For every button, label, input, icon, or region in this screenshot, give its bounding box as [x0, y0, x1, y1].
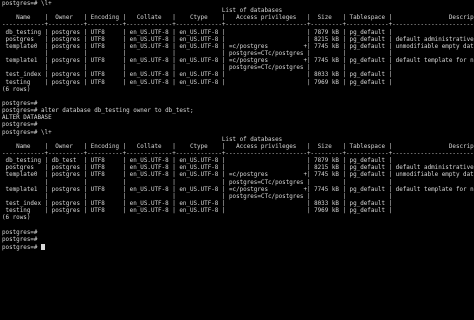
prompt-line: postgres=#: [2, 243, 474, 251]
table-row: | | | | | postgres=CTc/postgres | | |: [2, 179, 393, 186]
table-row: template0 | postgres | UTF8 | en_US.UTF-…: [2, 43, 474, 50]
table-header: Name | Owner | Encoding | Collate | Ctyp…: [2, 143, 474, 150]
command-result: ALTER DATABASE: [2, 115, 52, 122]
table-header: Name | Owner | Encoding | Collate | Ctyp…: [2, 15, 474, 22]
table-row: postgres | postgres | UTF8 | en_US.UTF-8…: [5, 36, 474, 43]
prompt-line: postgres=#: [2, 236, 38, 243]
table-row: | | | | | postgres=CTc/postgres | | |: [2, 65, 393, 72]
row-count: (6 rows): [2, 215, 31, 222]
prompt-line: postgres=#: [2, 122, 38, 129]
prompt-line: postgres=#: [2, 229, 38, 236]
row-count: (6 rows): [2, 86, 31, 93]
table-caption: List of databases: [2, 136, 283, 143]
table-row: | | | | | postgres=CTc/postgres | | |: [2, 50, 393, 57]
prompt-line: postgres=#: [2, 100, 38, 107]
table-row: template1 | postgres | UTF8 | en_US.UTF-…: [2, 186, 474, 193]
table-row: template1 | postgres | UTF8 | en_US.UTF-…: [2, 58, 474, 65]
table-row: testing | postgres | UTF8 | en_US.UTF-8 …: [2, 208, 393, 215]
table-row: postgres | postgres | UTF8 | en_US.UTF-8…: [5, 165, 474, 172]
table-separator: ------------+----------+----------+-----…: [2, 22, 474, 29]
table-row: test_index | postgres | UTF8 | en_US.UTF…: [2, 200, 393, 207]
table-row: testing | postgres | UTF8 | en_US.UTF-8 …: [2, 79, 393, 86]
table-row: test_index | postgres | UTF8 | en_US.UTF…: [2, 72, 393, 79]
table-separator: ------------+----------+----------+-----…: [2, 150, 474, 157]
prompt-line: postgres=# \l+: [2, 1, 52, 7]
terminal-output: postgres=# \l+ List of databases Name | …: [2, 1, 474, 251]
text-cursor: [41, 243, 45, 250]
prompt-line: postgres=# \l+: [2, 129, 52, 136]
table-row: db_testing | db_test | UTF8 | en_US.UTF-…: [2, 158, 393, 165]
table-row: | | | | | postgres=CTc/postgres | | |: [2, 193, 393, 200]
terminal-window[interactable]: postgres=# \l+ List of databases Name | …: [0, 0, 474, 320]
table-row: db_testing | postgres | UTF8 | en_US.UTF…: [2, 29, 393, 36]
table-row: template0 | postgres | UTF8 | en_US.UTF-…: [2, 172, 474, 179]
prompt-line: postgres=# alter database db_testing own…: [2, 108, 194, 115]
table-caption: List of databases: [2, 8, 283, 15]
